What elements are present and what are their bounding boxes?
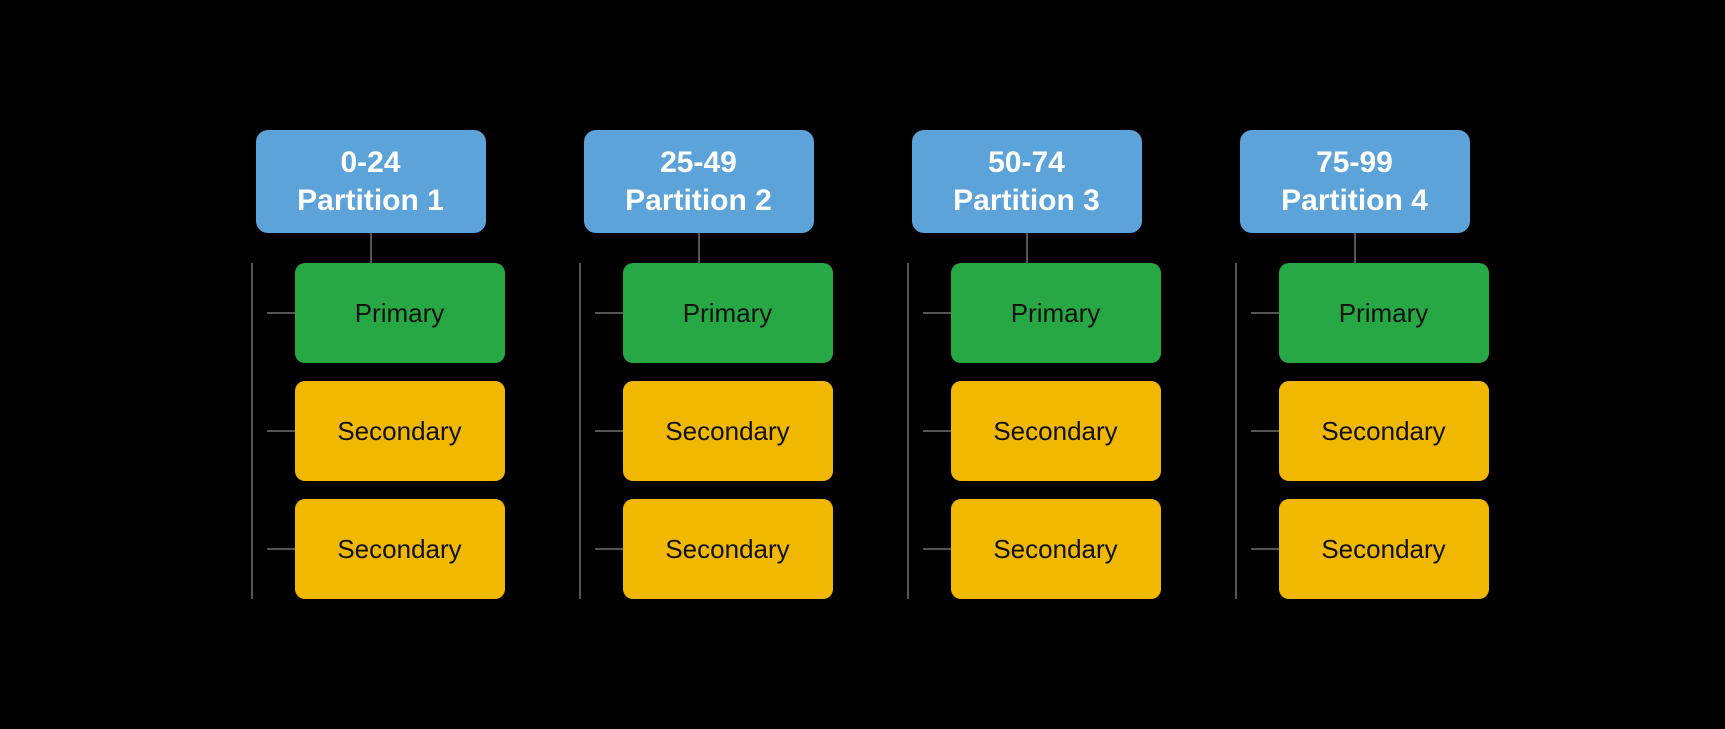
partition-label-4: Partition 4 — [1281, 184, 1428, 217]
secondary-box-1-2: Secondary — [295, 499, 505, 599]
secondary-row-3-1: Secondary — [923, 381, 1161, 481]
branch-vline-wrap-1 — [237, 263, 267, 599]
partition-range-4: 75-99 — [1316, 146, 1393, 179]
primary-hline-4 — [1251, 312, 1279, 314]
partition-label-3: Partition 3 — [953, 184, 1100, 217]
secondary-label-3-1: Secondary — [993, 416, 1117, 447]
secondary-label-2-2: Secondary — [665, 534, 789, 565]
primary-label-4: Primary — [1339, 298, 1429, 329]
secondary-hline-2-2 — [595, 548, 623, 550]
primary-box-2: Primary — [623, 263, 833, 363]
secondary-row-1-1: Secondary — [267, 381, 505, 481]
primary-row-2: Primary — [595, 263, 833, 363]
branch-vline-wrap-3 — [893, 263, 923, 599]
primary-hline-3 — [923, 312, 951, 314]
primary-row-3: Primary — [923, 263, 1161, 363]
secondary-label-4-1: Secondary — [1321, 416, 1445, 447]
partition-range-1: 0-24 — [340, 146, 400, 179]
secondary-hline-4-2 — [1251, 548, 1279, 550]
primary-row-1: Primary — [267, 263, 505, 363]
secondary-label-3-2: Secondary — [993, 534, 1117, 565]
partition-col-2: 25-49 Partition 2 Primary Secondary Secondar… — [565, 130, 833, 599]
partition-header-4: 75-99 Partition 4 — [1240, 130, 1470, 233]
secondary-box-4-1: Secondary — [1279, 381, 1489, 481]
primary-box-1: Primary — [295, 263, 505, 363]
branch-vline-4 — [1235, 263, 1237, 599]
primary-hline-2 — [595, 312, 623, 314]
nodes-col-2: Primary Secondary Secondary — [595, 263, 833, 599]
branch-4: Primary Secondary Secondary — [1221, 263, 1489, 599]
secondary-hline-3-2 — [923, 548, 951, 550]
branch-vline-2 — [579, 263, 581, 599]
branch-vline-wrap-4 — [1221, 263, 1251, 599]
secondary-box-4-2: Secondary — [1279, 499, 1489, 599]
secondary-label-2-1: Secondary — [665, 416, 789, 447]
branch-3: Primary Secondary Secondary — [893, 263, 1161, 599]
secondary-row-3-2: Secondary — [923, 499, 1161, 599]
nodes-col-1: Primary Secondary Secondary — [267, 263, 505, 599]
secondary-hline-2-1 — [595, 430, 623, 432]
primary-box-4: Primary — [1279, 263, 1489, 363]
top-connector-2 — [698, 233, 700, 263]
secondary-row-2-2: Secondary — [595, 499, 833, 599]
secondary-label-1-2: Secondary — [337, 534, 461, 565]
branch-1: Primary Secondary Secondary — [237, 263, 505, 599]
secondary-hline-1-2 — [267, 548, 295, 550]
partition-range-3: 50-74 — [988, 146, 1065, 179]
branch-vline-wrap-2 — [565, 263, 595, 599]
secondary-box-3-2: Secondary — [951, 499, 1161, 599]
branch-vline-3 — [907, 263, 909, 599]
partition-col-1: 0-24 Partition 1 Primary Secondary Secondary — [237, 130, 505, 599]
secondary-box-2-1: Secondary — [623, 381, 833, 481]
branch-vline-1 — [251, 263, 253, 599]
secondary-hline-1-1 — [267, 430, 295, 432]
secondary-hline-4-1 — [1251, 430, 1279, 432]
primary-label-2: Primary — [683, 298, 773, 329]
secondary-box-2-2: Secondary — [623, 499, 833, 599]
partition-label-2: Partition 2 — [625, 184, 772, 217]
secondary-row-2-1: Secondary — [595, 381, 833, 481]
top-connector-3 — [1026, 233, 1028, 263]
partition-header-1: 0-24 Partition 1 — [256, 130, 486, 233]
branch-2: Primary Secondary Secondary — [565, 263, 833, 599]
partition-range-2: 25-49 — [660, 146, 737, 179]
primary-box-3: Primary — [951, 263, 1161, 363]
top-connector-1 — [370, 233, 372, 263]
partition-header-2: 25-49 Partition 2 — [584, 130, 814, 233]
primary-hline-1 — [267, 312, 295, 314]
secondary-hline-3-1 — [923, 430, 951, 432]
nodes-col-3: Primary Secondary Secondary — [923, 263, 1161, 599]
primary-row-4: Primary — [1251, 263, 1489, 363]
secondary-box-1-1: Secondary — [295, 381, 505, 481]
secondary-row-4-1: Secondary — [1251, 381, 1489, 481]
top-connector-4 — [1354, 233, 1356, 263]
secondary-label-4-2: Secondary — [1321, 534, 1445, 565]
secondary-label-1-1: Secondary — [337, 416, 461, 447]
partition-col-4: 75-99 Partition 4 Primary Secondary Secondar… — [1221, 130, 1489, 599]
primary-label-3: Primary — [1011, 298, 1101, 329]
partition-label-1: Partition 1 — [297, 184, 444, 217]
secondary-box-3-1: Secondary — [951, 381, 1161, 481]
partition-header-3: 50-74 Partition 3 — [912, 130, 1142, 233]
nodes-col-4: Primary Secondary Secondary — [1251, 263, 1489, 599]
partition-col-3: 50-74 Partition 3 Primary Secondary Secondar… — [893, 130, 1161, 599]
secondary-row-4-2: Secondary — [1251, 499, 1489, 599]
secondary-row-1-2: Secondary — [267, 499, 505, 599]
primary-label-1: Primary — [355, 298, 445, 329]
diagram: 0-24 Partition 1 Primary Secondary Secondary… — [197, 110, 1529, 619]
